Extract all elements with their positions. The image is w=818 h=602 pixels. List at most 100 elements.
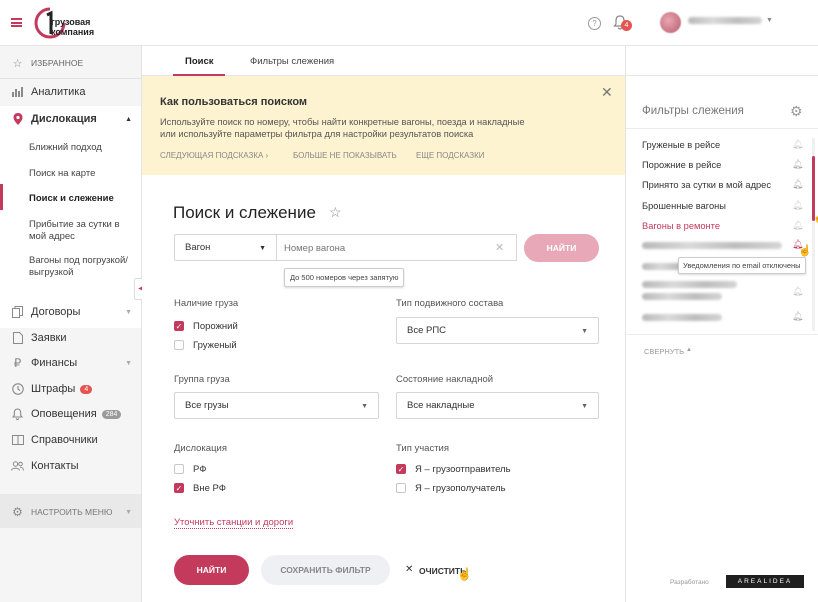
sidebar-item-dislocation[interactable]: Дислокация ▲ xyxy=(0,109,141,129)
filter-empty-in-transit[interactable]: Порожние в рейсе xyxy=(642,160,721,170)
expand-arrow-icon[interactable]: ▼ xyxy=(125,309,132,316)
location-pin-icon xyxy=(11,113,24,126)
clear-input-icon[interactable]: ✕ xyxy=(495,241,504,254)
panel-divider xyxy=(626,128,818,129)
checkbox-receiver[interactable] xyxy=(396,483,406,493)
sidebar-item-fines[interactable]: Штрафы 4 xyxy=(0,379,141,399)
checkbox-empty-label[interactable]: Порожний xyxy=(193,321,238,332)
sidebar-sub-arrival[interactable]: Прибытие за сутки в мой адрес xyxy=(29,219,133,243)
favorite-star-icon[interactable]: ☆ xyxy=(329,204,342,221)
sidebar-sub-search-tracking[interactable]: Поиск и слежение xyxy=(29,193,114,205)
clear-icon[interactable]: ✕ xyxy=(405,564,413,575)
top-bar: грузовая компания ? 4 ▼ xyxy=(0,0,818,46)
sidebar-item-contracts[interactable]: Договоры ▼ xyxy=(0,302,141,322)
document-icon xyxy=(11,332,24,345)
waybill-state-label: Состояние накладной xyxy=(396,374,494,385)
bell-icon[interactable]: 🔔︎ xyxy=(792,220,803,231)
checkbox-outside-rf-label[interactable]: Вне РФ xyxy=(193,483,226,494)
sidebar-item-favorites[interactable]: ☆ ИЗБРАННОЕ xyxy=(0,54,141,72)
find-button[interactable]: НАЙТИ xyxy=(174,555,249,585)
bell-ringing-icon[interactable]: 🔔︎ xyxy=(792,179,803,190)
gear-icon: ⚙ xyxy=(12,505,23,519)
expand-arrow-icon[interactable]: ▼ xyxy=(125,360,132,367)
search-find-button[interactable]: НАЙТИ xyxy=(524,234,599,262)
user-menu-chevron-icon[interactable]: ▼ xyxy=(766,17,773,24)
save-filter-button[interactable]: СОХРАНИТЬ ФИЛЬТР xyxy=(261,555,390,585)
sidebar-sub-nearby[interactable]: Ближний подход xyxy=(29,142,102,154)
filter-abandoned-wagons[interactable]: Брошенные вагоны xyxy=(642,201,726,211)
sidebar-item-analytics[interactable]: Аналитика xyxy=(0,82,141,102)
filter-accepted-today[interactable]: Принято за сутки в мой адрес xyxy=(642,180,771,190)
caret-down-icon: ▼ xyxy=(259,245,266,252)
book-icon xyxy=(11,434,24,447)
collapse-link[interactable]: СВЕРНУТЬ xyxy=(644,347,684,356)
hint-more-link[interactable]: ЕЩЕ ПОДСКАЗКИ xyxy=(416,151,485,160)
filter-item-blurred[interactable] xyxy=(642,314,722,321)
bell-icon[interactable]: 🔔︎ xyxy=(792,286,803,297)
fines-badge: 4 xyxy=(80,384,93,394)
checkbox-sender-label[interactable]: Я – грузоотправитель xyxy=(415,464,511,475)
scrollbar-thumb[interactable] xyxy=(812,156,815,221)
filter-item-blurred[interactable] xyxy=(642,242,782,249)
bell-ringing-icon[interactable]: 🔔︎ xyxy=(792,159,803,170)
rolling-stock-select[interactable]: Все РПС ▼ xyxy=(396,317,599,344)
bell-icon xyxy=(11,408,24,421)
hamburger-menu-icon[interactable] xyxy=(11,18,22,27)
developed-by-label: Разработано xyxy=(670,579,709,586)
close-icon[interactable]: ✕ xyxy=(601,84,613,101)
checkbox-rf[interactable] xyxy=(174,464,184,474)
email-tooltip: Уведомления по email отключены xyxy=(678,257,806,274)
bar-chart-icon xyxy=(11,86,24,99)
bell-icon[interactable]: 🔔︎ xyxy=(792,139,803,150)
search-type-select[interactable]: Вагон ▼ xyxy=(174,234,277,261)
expand-arrow-icon: ▼ xyxy=(125,508,132,516)
checkbox-empty[interactable]: ✓ xyxy=(174,321,184,331)
checkbox-loaded[interactable] xyxy=(174,340,184,350)
dislocation-label: Дислокация xyxy=(174,443,227,454)
caret-down-icon: ▼ xyxy=(581,328,588,335)
filter-item-blurred[interactable] xyxy=(642,281,737,288)
tracking-filters-panel: Фильтры слежения ⚙ Груженые в рейсе 🔔︎ П… xyxy=(625,76,818,602)
filter-item-blurred[interactable] xyxy=(642,293,722,300)
tab-tracking-filters[interactable]: Фильтры слежения xyxy=(250,56,334,67)
avatar[interactable] xyxy=(660,12,681,33)
checkbox-receiver-label[interactable]: Я – грузополучатель xyxy=(415,483,506,494)
active-indicator xyxy=(0,184,3,210)
hint-panel: Как пользоваться поиском Используйте пои… xyxy=(142,76,625,175)
collapse-arrow-icon[interactable]: ▲ xyxy=(125,116,132,123)
sidebar-item-requests[interactable]: Заявки xyxy=(0,328,141,348)
waybill-state-select[interactable]: Все накладные ▼ xyxy=(396,392,599,419)
sidebar-sub-loading[interactable]: Вагоны под погрузкой/выгрузкой xyxy=(29,255,129,279)
checkbox-rf-label[interactable]: РФ xyxy=(193,464,206,475)
sidebar-item-alerts[interactable]: Оповещения 284 xyxy=(0,404,141,424)
configure-menu-button[interactable]: ⚙ НАСТРОИТЬ МЕНЮ ▼ xyxy=(0,502,141,522)
search-input[interactable] xyxy=(284,240,484,256)
users-icon xyxy=(11,460,24,473)
filter-loaded-in-transit[interactable]: Груженые в рейсе xyxy=(642,140,720,150)
company-logo[interactable]: грузовая компания xyxy=(33,6,113,40)
hint-hide-link[interactable]: БОЛЬШЕ НЕ ПОКАЗЫВАТЬ xyxy=(293,151,397,160)
caret-down-icon: ▼ xyxy=(581,403,588,410)
sidebar-item-finance[interactable]: ₽ Финансы ▼ xyxy=(0,353,141,373)
cargo-group-select[interactable]: Все грузы ▼ xyxy=(174,392,379,419)
checkbox-sender[interactable]: ✓ xyxy=(396,464,406,474)
developer-logo[interactable]: AREALIDEA xyxy=(726,575,804,588)
hint-next-link[interactable]: СЛЕДУЮЩАЯ ПОДСКАЗКА › xyxy=(160,151,268,160)
filter-wagons-in-repair[interactable]: Вагоны в ремонте xyxy=(642,221,720,231)
gear-icon[interactable]: ⚙ xyxy=(790,103,803,120)
help-icon[interactable]: ? xyxy=(588,17,601,30)
chevron-up-icon[interactable]: ▲ xyxy=(686,347,692,353)
checkbox-outside-rf[interactable]: ✓ xyxy=(174,483,184,493)
sidebar-item-contacts[interactable]: Контакты xyxy=(0,456,141,476)
sidebar-sub-map-search[interactable]: Поиск на карте xyxy=(29,168,95,180)
hint-title: Как пользоваться поиском xyxy=(160,96,308,108)
checkbox-loaded-label[interactable]: Груженый xyxy=(193,340,237,351)
clock-icon xyxy=(11,383,24,396)
refine-stations-link[interactable]: Уточнить станции и дороги xyxy=(174,517,294,529)
tab-search[interactable]: Поиск xyxy=(185,56,214,67)
bell-ringing-icon[interactable]: 🔔︎ xyxy=(792,311,803,322)
sidebar-item-reference[interactable]: Справочники xyxy=(0,430,141,450)
bell-icon[interactable]: 🔔︎ xyxy=(792,200,803,211)
caret-down-icon: ▼ xyxy=(361,403,368,410)
star-icon: ☆ xyxy=(12,57,23,70)
